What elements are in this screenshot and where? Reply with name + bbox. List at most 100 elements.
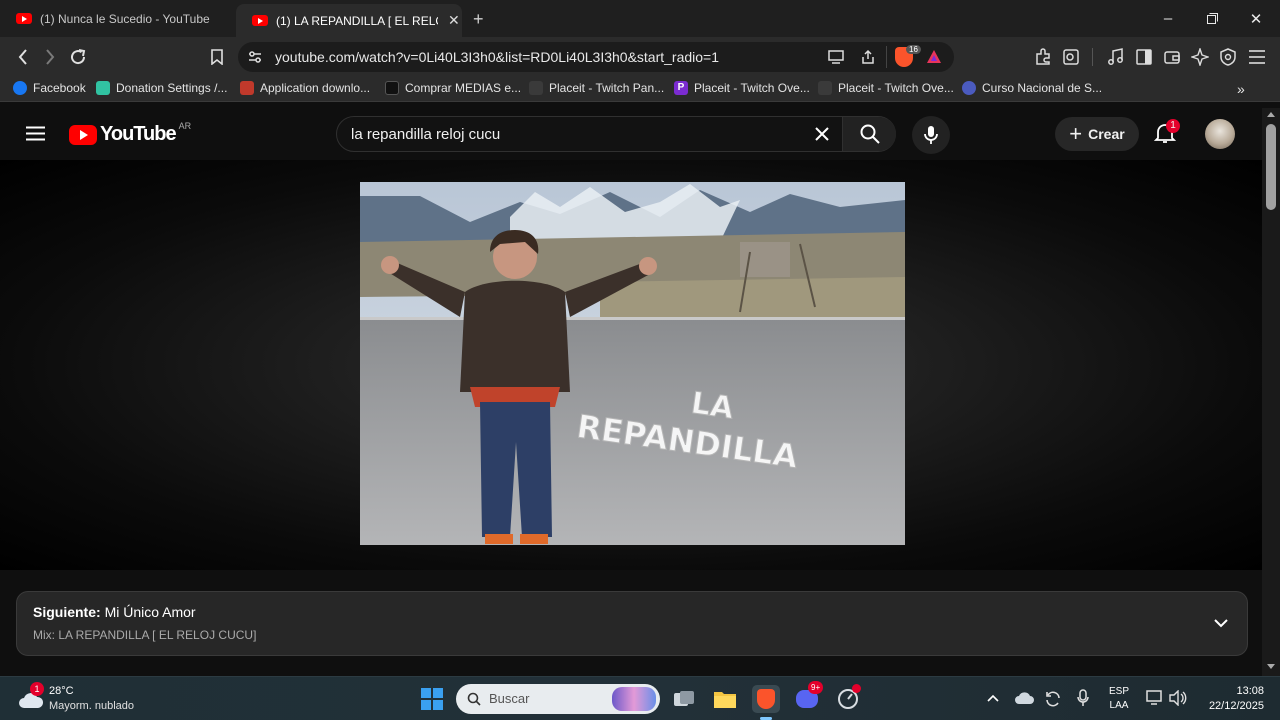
search-box[interactable]: la repandilla reloj cucu (336, 116, 896, 152)
bookmark-label: Application downlo... (260, 81, 371, 95)
bookmark-donation-settings[interactable]: Donation Settings /... (96, 81, 227, 95)
more-bookmarks-chevron-icon[interactable]: » (1237, 81, 1245, 97)
bookmark-placeit-twitch-panel[interactable]: Placeit - Twitch Pan... (529, 81, 664, 95)
minimize-button[interactable]: – (1146, 0, 1190, 37)
scroll-up-arrow-icon[interactable] (1267, 112, 1275, 117)
tab-strip: (1) Nunca le Sucedio - YouTube (1) LA RE… (0, 0, 1280, 37)
microphone-icon (924, 126, 938, 144)
pdf-icon (240, 81, 254, 95)
up-next-title[interactable]: Mi Único Amor (105, 604, 196, 620)
weather-description: Mayorm. nublado (49, 700, 134, 712)
forward-button[interactable] (38, 45, 62, 69)
site-settings-icon[interactable] (248, 50, 262, 64)
bookmarks-bar: Facebook Donation Settings /... Applicat… (0, 76, 1280, 102)
app-taskbar-button[interactable] (834, 684, 862, 713)
task-view-button[interactable] (670, 685, 698, 713)
weather-widget[interactable]: 1 28°C Mayorm. nublado (14, 682, 164, 717)
bookmark-icon (211, 49, 223, 65)
search-input[interactable]: la repandilla reloj cucu (351, 126, 500, 143)
bookmark-curso-nacional[interactable]: Curso Nacional de S... (962, 81, 1102, 95)
tab-la-repandilla[interactable]: (1) LA REPANDILLA [ EL RELOJ CU ✕ (236, 4, 462, 37)
notifications-button[interactable]: 1 (1153, 119, 1180, 146)
video-player[interactable]: LA REPANDILLA (0, 160, 1262, 570)
weather-alert-badge: 1 (30, 682, 44, 696)
bookmark-facebook[interactable]: Facebook (13, 81, 86, 95)
tab-nunca-le-sucedio[interactable]: (1) Nunca le Sucedio - YouTube (0, 0, 232, 37)
scrollbar-thumb[interactable] (1266, 124, 1276, 210)
new-tab-button[interactable]: + (473, 9, 484, 30)
vpn-shield-icon[interactable] (1219, 48, 1237, 66)
scroll-down-arrow-icon[interactable] (1267, 664, 1275, 669)
clear-search-icon[interactable] (815, 127, 829, 141)
navigation-bar: youtube.com/watch?v=0Li40L3I3h0&list=RD0… (0, 37, 1280, 76)
network-monitor-icon[interactable] (1146, 690, 1164, 706)
mix-playlist-label: Mix: LA REPANDILLA [ EL RELOJ CUCU] (33, 628, 257, 642)
show-hidden-icons-chevron-icon[interactable] (987, 694, 999, 702)
youtube-favicon-icon (16, 13, 32, 24)
up-next-panel[interactable]: Siguiente: Mi Único Amor Mix: LA REPANDI… (16, 591, 1248, 656)
bookmark-comprar-medias[interactable]: Comprar MEDIAS e... (385, 81, 521, 95)
create-button[interactable]: + Crear (1055, 117, 1139, 151)
cast-icon[interactable] (828, 50, 844, 64)
language-code: ESP (1108, 686, 1129, 697)
wallet-icon[interactable] (1163, 48, 1181, 66)
discord-badge: 9+ (808, 681, 824, 694)
bookmark-placeit-twitch-overlay[interactable]: P Placeit - Twitch Ove... (674, 81, 810, 95)
file-explorer-button[interactable] (711, 685, 739, 713)
voice-search-button[interactable] (912, 116, 950, 154)
close-tab-icon[interactable]: ✕ (448, 12, 460, 29)
windows-taskbar: 1 28°C Mayorm. nublado Buscar 9+ ESP LAA… (0, 676, 1280, 720)
url-text[interactable]: youtube.com/watch?v=0Li40L3I3h0&list=RD0… (275, 49, 719, 65)
clock-time: 13:08 (1236, 685, 1264, 697)
bookmark-button[interactable] (205, 45, 229, 69)
search-button[interactable] (843, 117, 896, 151)
chevron-down-icon[interactable] (1214, 618, 1228, 628)
back-arrow-icon (18, 49, 27, 65)
address-bar[interactable]: youtube.com/watch?v=0Li40L3I3h0&list=RD0… (238, 42, 954, 72)
back-button[interactable] (11, 45, 35, 69)
microphone-tray-icon[interactable] (1077, 689, 1089, 707)
clock[interactable]: 13:08 22/12/2025 (1196, 684, 1264, 714)
bookmark-label: Placeit - Twitch Ove... (694, 81, 810, 95)
media-music-icon[interactable] (1107, 48, 1125, 66)
placeit-p-icon: P (674, 81, 688, 95)
bookmark-label: Donation Settings /... (116, 81, 228, 95)
reload-button[interactable] (66, 45, 90, 69)
up-next-heading: Siguiente: Mi Único Amor (33, 604, 196, 620)
avatar[interactable] (1205, 119, 1235, 149)
placeit-icon (529, 81, 543, 95)
video-overlay-title: LA (689, 386, 737, 427)
bookmark-placeit-twitch-overlay-2[interactable]: Placeit - Twitch Ove... (818, 81, 954, 95)
temperature-text: 28°C (49, 685, 74, 697)
video-frame[interactable]: LA REPANDILLA (360, 182, 905, 545)
guide-menu-icon[interactable] (26, 126, 45, 141)
restore-button[interactable] (1190, 0, 1234, 37)
start-button[interactable] (418, 685, 446, 713)
search-icon (860, 124, 880, 144)
brave-rewards-icon[interactable] (926, 49, 942, 64)
restore-icon (1206, 13, 1218, 24)
close-window-button[interactable]: ✕ (1234, 0, 1278, 37)
app-alert-dot (852, 684, 861, 693)
menu-hamburger-icon[interactable] (1248, 49, 1266, 65)
facebook-icon (13, 81, 27, 95)
brave-browser-taskbar-button[interactable] (752, 685, 780, 713)
sync-icon[interactable] (1044, 690, 1062, 708)
sidebar-icon[interactable] (1135, 48, 1153, 66)
page-scrollbar[interactable] (1262, 108, 1280, 676)
create-label: Crear (1088, 126, 1125, 142)
youtube-logo[interactable]: YouTube AR (69, 121, 191, 146)
taskbar-search-box[interactable]: Buscar (456, 684, 660, 714)
search-icon (467, 692, 481, 706)
onedrive-cloud-icon[interactable] (1014, 690, 1034, 706)
share-icon[interactable] (860, 49, 876, 65)
language-indicator[interactable]: ESP LAA (1104, 685, 1134, 713)
discord-taskbar-button[interactable]: 9+ (793, 681, 824, 713)
reader-mode-icon[interactable] (1062, 48, 1080, 66)
video-thumbnail-image: LA REPANDILLA (360, 182, 905, 545)
extensions-icon[interactable] (1034, 48, 1052, 66)
bookmark-application-download[interactable]: Application downlo... (240, 81, 370, 95)
streamlabs-icon (96, 81, 110, 95)
leo-ai-icon[interactable] (1191, 48, 1209, 66)
volume-icon[interactable] (1169, 690, 1187, 706)
